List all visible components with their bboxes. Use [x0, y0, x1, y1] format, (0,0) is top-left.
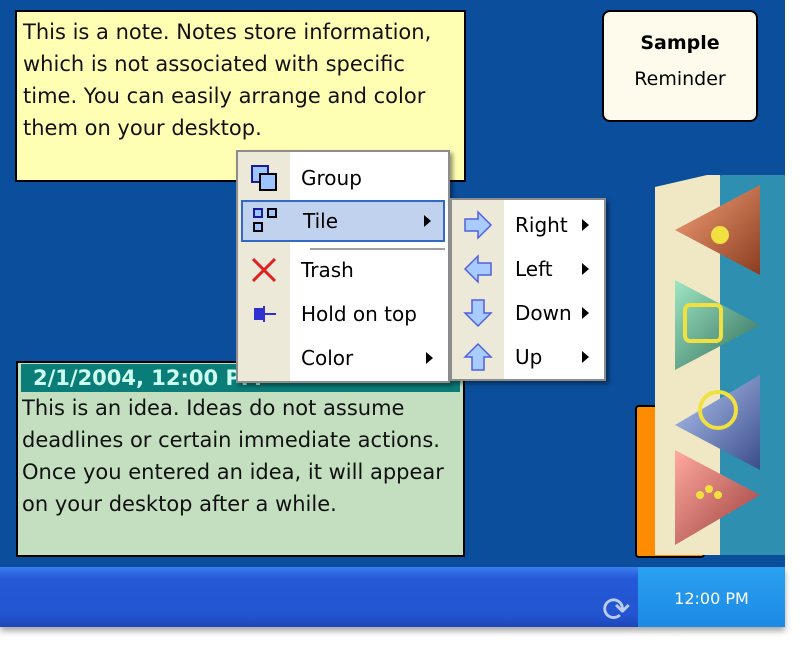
arrow-left-icon — [463, 254, 492, 284]
idea-bulb-icon — [711, 226, 729, 244]
pin-icon — [254, 306, 276, 322]
reminder-title: Sample — [640, 32, 720, 54]
menu-label: Right — [515, 213, 568, 237]
menu-item-color[interactable]: Color — [241, 337, 445, 379]
submenu-arrow-icon — [582, 307, 589, 319]
submenu-arrow-icon — [582, 219, 589, 231]
arrow-up-icon — [463, 342, 493, 371]
arrow-right-icon — [464, 210, 493, 240]
submenu-item-down[interactable]: Down — [455, 292, 601, 334]
reminder-subtitle: Reminder — [634, 68, 726, 90]
menu-item-hold-on-top[interactable]: Hold on top — [241, 293, 445, 335]
menu-label: Hold on top — [301, 302, 417, 326]
submenu-arrow-icon — [582, 351, 589, 363]
submenu-item-right[interactable]: Right — [455, 204, 601, 246]
menu-label: Left — [515, 257, 553, 281]
watermark: ⟳ LO4D.com — [602, 590, 771, 670]
context-menu: Group Tile Trash Hold on top Color — [236, 150, 450, 383]
watermark-text: LO4D.com — [602, 630, 771, 670]
submenu-arrow-icon — [582, 263, 589, 275]
quick-launch-panel — [655, 175, 785, 555]
note-text: This is a note. Notes store information,… — [23, 20, 432, 140]
submenu-item-up[interactable]: Up — [455, 336, 601, 378]
menu-item-group[interactable]: Group — [241, 157, 445, 199]
menu-label: Trash — [301, 258, 354, 282]
submenu-arrow-icon — [426, 352, 433, 364]
idea-card[interactable]: 2/1/2004, 12:00 PM This is an idea. Idea… — [16, 361, 465, 557]
menu-item-trash[interactable]: Trash — [241, 249, 445, 291]
menu-label: Down — [515, 301, 572, 325]
tile-icon — [253, 208, 277, 232]
idea-text: This is an idea. Ideas do not assume dea… — [22, 396, 444, 516]
submenu-arrow-icon — [424, 215, 431, 227]
menu-item-tile[interactable]: Tile — [241, 200, 445, 242]
menu-label: Color — [301, 346, 354, 370]
arrow-down-icon — [463, 299, 493, 328]
menu-label: Up — [515, 345, 543, 369]
reminder-card[interactable]: Sample Reminder — [602, 10, 758, 122]
submenu-item-left[interactable]: Left — [455, 248, 601, 290]
trash-x-icon — [251, 257, 277, 283]
group-icon — [251, 165, 277, 191]
menu-label: Tile — [303, 209, 339, 233]
tile-submenu: Right Left Down Up — [450, 198, 606, 381]
menu-label: Group — [301, 166, 362, 190]
